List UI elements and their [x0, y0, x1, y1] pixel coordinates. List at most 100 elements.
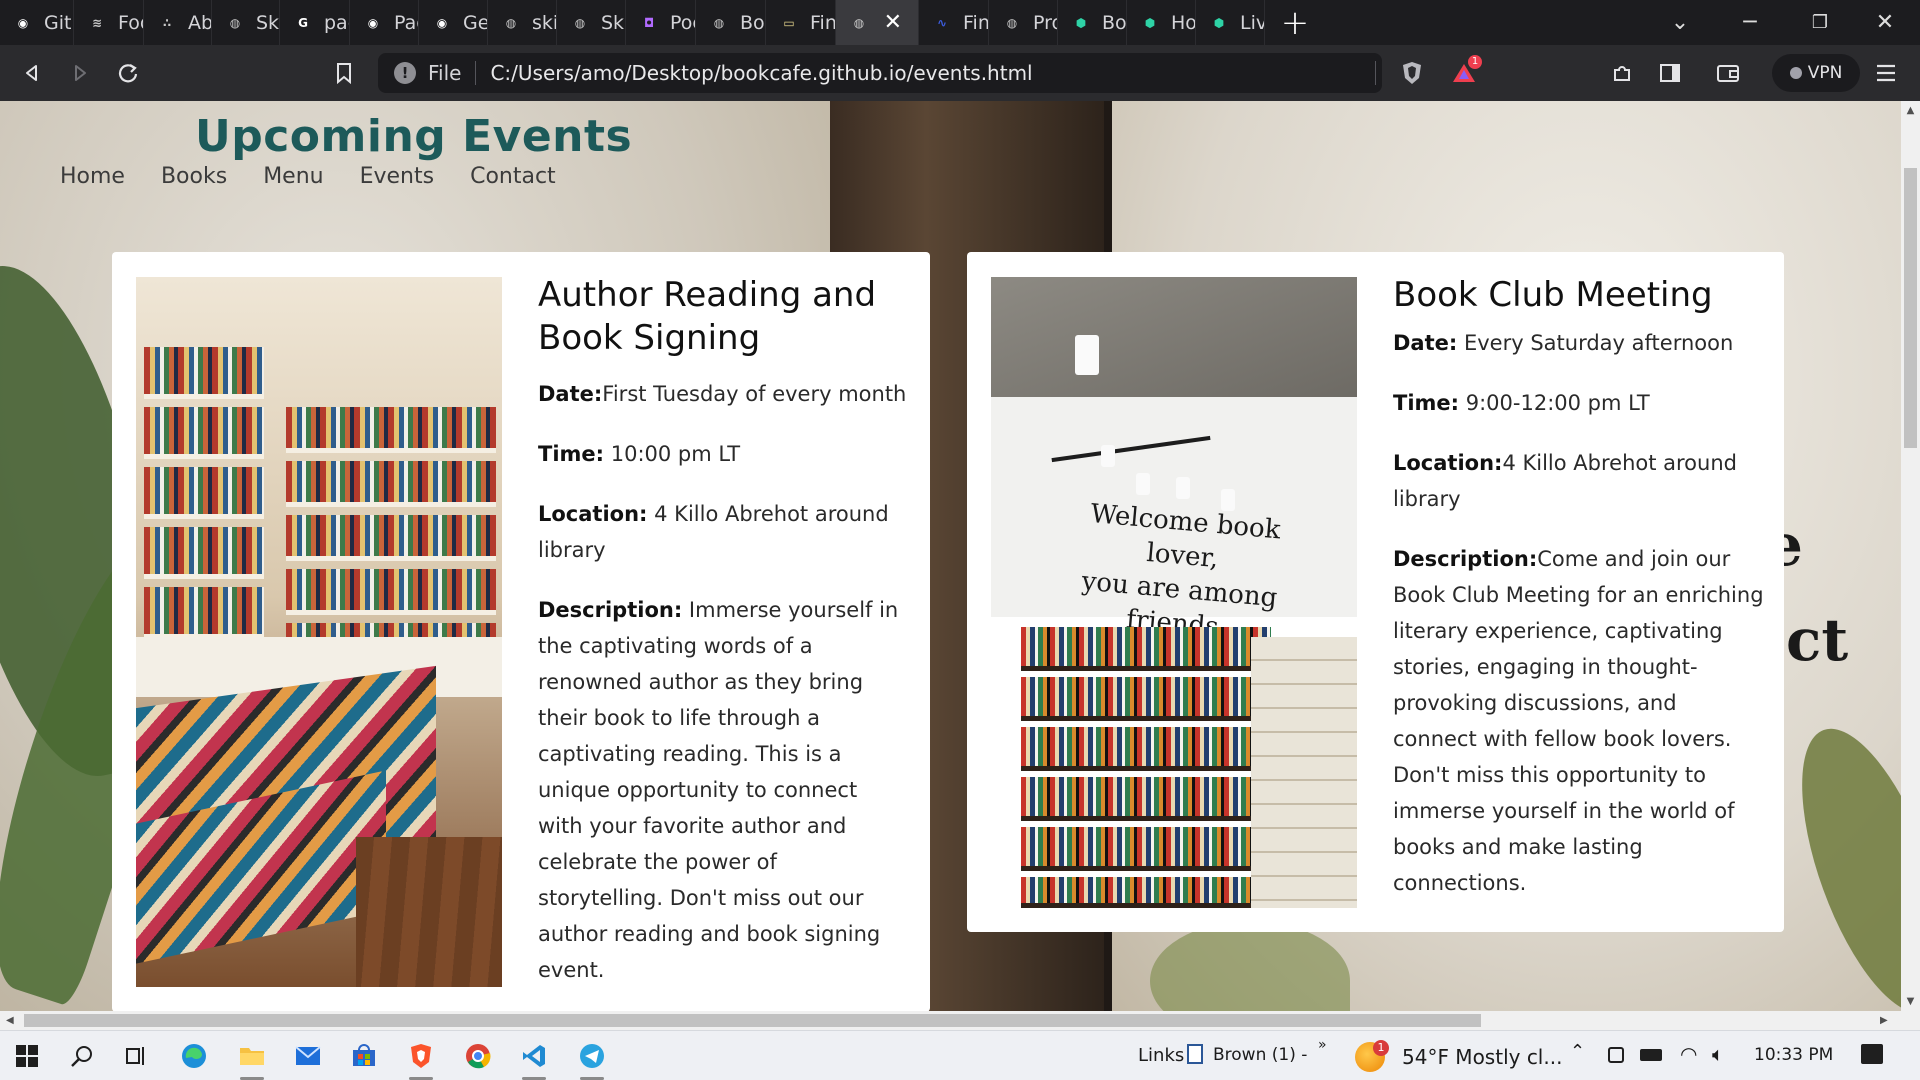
weather-text[interactable]: 54°F Mostly cl... [1402, 1045, 1562, 1069]
horizontal-scroll-thumb[interactable] [24, 1014, 1481, 1027]
scroll-right-arrow-icon[interactable]: ▶ [1880, 1011, 1888, 1030]
battery-icon[interactable] [1640, 1049, 1662, 1061]
show-hidden-icons-chevron-icon[interactable]: ⌃ [1570, 1041, 1585, 1062]
tab-title: Abc [188, 11, 211, 34]
vertical-scrollbar[interactable]: ▲ ▼ [1901, 101, 1920, 1011]
url-scheme-label: File [428, 61, 462, 85]
tab-title: GitHub [44, 11, 73, 34]
telegram-icon[interactable] [576, 1040, 608, 1080]
mail-icon[interactable] [292, 1040, 324, 1072]
browser-tab[interactable]: ≋ Food [74, 0, 144, 45]
vertical-scroll-thumb[interactable] [1904, 168, 1917, 448]
poe-icon: ◘ [643, 15, 655, 30]
globe-icon: ◍ [574, 15, 586, 30]
browser-tab[interactable]: ◍ Proj [989, 0, 1058, 45]
tab-title: Fine [963, 11, 988, 34]
rewards-badge: 1 [1468, 55, 1482, 69]
edge-icon[interactable] [178, 1040, 210, 1072]
meet-now-icon[interactable] [1608, 1047, 1624, 1063]
start-button[interactable] [11, 1040, 43, 1072]
search-icon[interactable] [66, 1040, 98, 1072]
new-tab-button[interactable]: + [1265, 3, 1325, 43]
store-icon[interactable] [348, 1040, 380, 1072]
browser-tab[interactable]: ◍ Skill [212, 0, 280, 45]
notification-center-icon[interactable] [1861, 1044, 1883, 1064]
scroll-up-arrow-icon[interactable]: ▲ [1901, 105, 1920, 116]
event-description: Description: Immerse yourself in the cap… [538, 598, 899, 982]
vpn-button[interactable]: VPN [1772, 54, 1860, 92]
browser-tab[interactable]: ◍ skill [488, 0, 557, 45]
nav-events-link[interactable]: Events [360, 164, 435, 189]
scroll-left-arrow-icon[interactable]: ◀ [6, 1011, 14, 1030]
event-time: Time: 9:00-12:00 pm LT [1393, 391, 1650, 415]
vscode-icon[interactable] [518, 1040, 550, 1080]
nav-menu-link[interactable]: Menu [263, 164, 323, 189]
back-button[interactable] [12, 53, 52, 93]
pinned-document-link[interactable]: Brown (1) - S [1213, 1045, 1313, 1065]
globe-icon: ◍ [229, 15, 241, 30]
brave-browser-icon[interactable] [405, 1040, 437, 1080]
clock-time[interactable]: 10:33 PM [1754, 1045, 1833, 1065]
welcome-wall-photo: Welcome book lover, you are among friend… [991, 277, 1357, 908]
browser-tab[interactable]: ◉ Gen [419, 0, 488, 45]
browser-tab[interactable]: ∴ Abc [144, 0, 212, 45]
nav-home-link[interactable]: Home [60, 164, 125, 189]
site-info-icon[interactable]: ! [394, 62, 416, 84]
browser-tab[interactable]: ∿ Fine [919, 0, 989, 45]
address-bar[interactable]: ! File C:/Users/amo/Desktop/bookcafe.git… [378, 53, 1382, 93]
nav-contact-link[interactable]: Contact [470, 164, 556, 189]
close-tab-icon[interactable]: ✕ [884, 10, 902, 35]
minimize-button[interactable]: ─ [1715, 0, 1785, 45]
brave-rewards-icon[interactable]: 1 [1444, 53, 1484, 93]
extensions-icon[interactable] [1602, 53, 1642, 93]
tab-title: Live [1240, 11, 1264, 34]
links-toolbar-label[interactable]: Links [1138, 1045, 1184, 1066]
brave-shields-icon[interactable] [1392, 53, 1432, 93]
wifi-icon[interactable]: ◠ [1680, 1042, 1697, 1066]
chrome-icon[interactable] [462, 1040, 494, 1072]
toolbar-overflow-chevron-icon[interactable]: » [1318, 1037, 1327, 1053]
browser-tab[interactable]: ▭ Fine [766, 0, 836, 45]
browser-tab[interactable]: ⬢ Hov [1127, 0, 1196, 45]
browser-tab[interactable]: ◉ GitHub [0, 0, 74, 45]
page-title: Upcoming Events [195, 111, 633, 162]
scroll-down-arrow-icon[interactable]: ▼ [1901, 996, 1920, 1007]
forward-button[interactable] [60, 53, 100, 93]
close-window-button[interactable]: ✕ [1850, 0, 1920, 45]
reload-button[interactable] [108, 53, 148, 93]
url-divider [475, 61, 477, 85]
tab-title: Gen [463, 11, 487, 34]
browser-tab[interactable]: ◍ ✕ [836, 0, 919, 45]
browser-tab[interactable]: ⬢ Boo [1058, 0, 1127, 45]
volume-icon[interactable]: 🔈︎ [1712, 1042, 1724, 1066]
tab-title: Poe [670, 11, 695, 34]
browser-tab[interactable]: ◍ Skill [557, 0, 626, 45]
github-icon: ◉ [17, 15, 29, 30]
restore-button[interactable]: ❐ [1785, 0, 1855, 45]
browser-tab[interactable]: Gpad [280, 0, 350, 45]
event-info: Book Club Meeting Date: Every Saturday a… [1393, 274, 1765, 925]
food-icon: ≋ [91, 15, 103, 30]
bookmark-icon[interactable] [324, 53, 364, 93]
task-view-icon[interactable] [120, 1040, 152, 1072]
globe-icon: ◍ [853, 15, 865, 30]
file-explorer-icon[interactable] [236, 1040, 268, 1080]
menu-icon[interactable] [1866, 53, 1906, 93]
tab-search-chevron-icon[interactable]: ⌄ [1645, 0, 1715, 45]
bookstore-interior-photo [136, 277, 502, 987]
nav-books-link[interactable]: Books [161, 164, 227, 189]
browser-tab[interactable]: ◍ Boo [696, 0, 766, 45]
browser-tab[interactable]: ⬢ Live [1196, 0, 1265, 45]
browser-tab[interactable]: ◘ Poe [626, 0, 696, 45]
tab-title: Food [118, 11, 143, 34]
wallet-icon[interactable] [1708, 53, 1748, 93]
browser-tab[interactable]: ◉ Pag [350, 0, 419, 45]
tab-title: pad [324, 11, 349, 34]
event-location: Location:4 Killo Abrehot around library [1393, 451, 1737, 511]
url-text[interactable]: C:/Users/amo/Desktop/bookcafe.github.io/… [490, 61, 1032, 85]
horizontal-scrollbar[interactable]: ◀ ▶ [0, 1011, 1901, 1030]
hex-icon: ⬢ [1144, 15, 1156, 30]
abc-icon: ∴ [162, 15, 172, 30]
sidebar-toggle-icon[interactable] [1650, 53, 1690, 93]
hex-icon: ⬢ [1213, 15, 1225, 30]
